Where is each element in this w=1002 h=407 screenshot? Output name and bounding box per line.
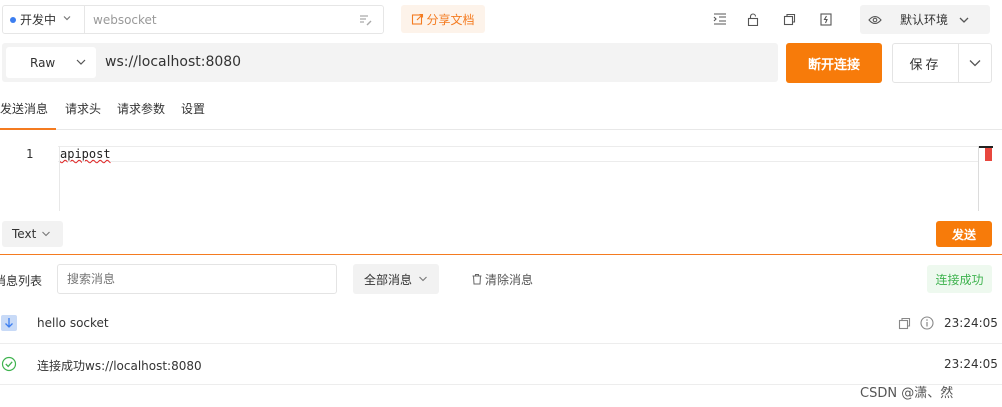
request-tabs: 发送消息 请求头 请求参数 设置	[0, 90, 1002, 130]
tab-send-message[interactable]: 发送消息	[0, 90, 56, 130]
chevron-down-icon	[418, 275, 428, 283]
message-time: 23:24:05	[944, 357, 998, 371]
tab-settings[interactable]: 设置	[181, 90, 205, 130]
status-dot-icon	[10, 16, 16, 23]
editor-scrollbar[interactable]	[978, 146, 979, 211]
clear-messages-button[interactable]: 清除消息	[471, 264, 533, 294]
send-button[interactable]: 发送	[936, 221, 992, 247]
tab-params[interactable]: 请求参数	[117, 90, 165, 130]
message-search-input[interactable]	[57, 264, 337, 294]
body-type-select[interactable]: Text	[2, 221, 63, 247]
message-text: 连接成功ws://localhost:8080	[37, 359, 202, 373]
save-button[interactable]: 保存	[893, 44, 959, 82]
arrow-down-icon	[1, 315, 17, 331]
lightning-icon[interactable]	[818, 11, 834, 27]
trash-icon	[472, 274, 482, 285]
chevron-down-icon	[958, 15, 970, 25]
environment-label: 默认环境	[900, 13, 949, 27]
interface-name-input[interactable]	[85, 6, 357, 33]
top-toolbar: 开发中 分享文档 默认环境	[0, 0, 1002, 40]
url-bar: Raw ws://localhost:8080	[2, 43, 778, 82]
check-circle-icon	[1, 356, 17, 372]
info-icon[interactable]	[920, 316, 934, 330]
save-button-group: 保存	[892, 43, 992, 83]
message-editor[interactable]: 1 apipost	[0, 131, 1002, 211]
message-text: hello socket	[37, 316, 109, 330]
message-row[interactable]: 连接成功ws://localhost:8080 23:24:05	[0, 344, 1002, 385]
status-select[interactable]: 开发中	[3, 6, 85, 33]
error-marker	[985, 148, 992, 161]
edit-note-icon[interactable]	[357, 11, 375, 29]
status-name-group: 开发中	[2, 5, 384, 34]
share-icon	[412, 13, 424, 25]
chevron-down-icon	[41, 230, 51, 238]
editor-content[interactable]: apipost	[60, 147, 111, 161]
chevron-down-icon	[969, 60, 981, 67]
message-filter-select[interactable]: 全部消息	[353, 264, 439, 294]
message-time: 23:24:05	[944, 316, 998, 330]
connection-status-badge: 连接成功	[927, 265, 992, 293]
section-divider[interactable]	[0, 254, 1002, 255]
save-more-button[interactable]	[959, 44, 991, 82]
method-label: Raw	[30, 55, 56, 70]
chevron-down-icon	[75, 56, 87, 68]
filter-label: 全部消息	[364, 272, 413, 287]
status-label: 开发中	[20, 13, 57, 27]
message-row[interactable]: hello socket 23:24:05	[0, 303, 1002, 344]
body-type-label: Text	[12, 227, 37, 241]
chevron-down-icon	[62, 13, 72, 26]
copy-icon[interactable]	[897, 316, 911, 330]
watermark: CSDN @潇、然	[860, 386, 954, 401]
disconnect-button[interactable]: 断开连接	[786, 43, 882, 83]
url-input[interactable]: ws://localhost:8080	[105, 43, 241, 82]
line-number: 1	[26, 147, 34, 161]
share-doc-button[interactable]: 分享文档	[401, 5, 485, 33]
copy-icon[interactable]	[781, 11, 797, 27]
active-line-highlight	[58, 146, 978, 162]
lock-icon[interactable]	[745, 11, 761, 27]
message-list-title: 消息列表	[0, 274, 43, 288]
outline-indent-icon[interactable]	[712, 11, 728, 27]
method-select[interactable]: Raw	[6, 47, 96, 78]
environment-select[interactable]: 默认环境	[860, 5, 990, 34]
clear-label: 清除消息	[485, 272, 534, 287]
share-label: 分享文档	[426, 12, 475, 27]
eye-icon[interactable]	[868, 15, 882, 25]
tab-headers[interactable]: 请求头	[65, 90, 101, 130]
